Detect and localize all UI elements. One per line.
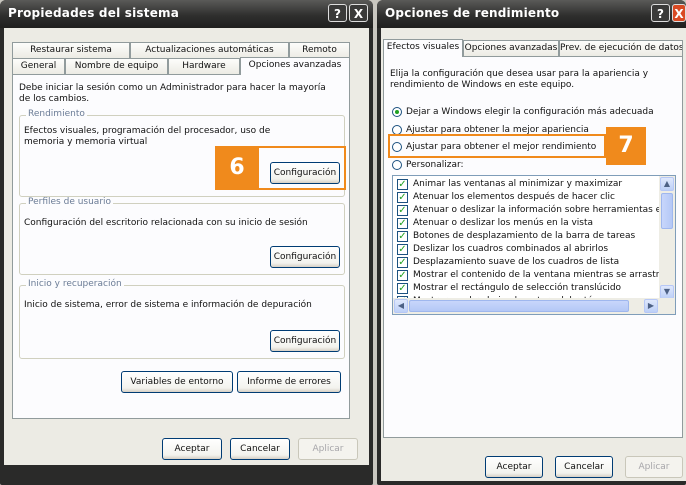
- radio-option-windows[interactable]: Dejar a Windows elegir la configuración …: [392, 106, 672, 119]
- perfiles-description: Configuración del escritorio relacionada…: [24, 218, 308, 228]
- tab-opciones-avanzadas[interactable]: Opciones avanzadas: [240, 57, 350, 75]
- radio-button[interactable]: [392, 107, 402, 117]
- checkbox[interactable]: ✓: [397, 192, 408, 203]
- system-properties-client: Restaurar sistema Actualizaciones automá…: [4, 28, 369, 465]
- left-ok-button[interactable]: Aceptar: [162, 438, 222, 460]
- radio-button[interactable]: [392, 160, 402, 170]
- right-ok-button[interactable]: Aceptar: [485, 456, 543, 478]
- checkbox[interactable]: ✓: [397, 231, 408, 242]
- perfiles-group: Perfiles de usuario Configuración del es…: [19, 197, 345, 275]
- system-properties-window: Propiedades del sistema ? X Restaurar si…: [0, 0, 373, 485]
- scroll-down-icon[interactable]: ▼: [660, 285, 674, 299]
- step7-highlight: [388, 134, 606, 158]
- step7-badge: 7: [606, 127, 646, 165]
- checkbox[interactable]: ✓: [397, 218, 408, 229]
- step6-badge: 6: [215, 146, 259, 190]
- inicio-group: Inicio y recuperación Inicio de sistema,…: [19, 279, 345, 359]
- scroll-right-icon[interactable]: ▶: [644, 299, 658, 313]
- scroll-left-icon[interactable]: ◀: [394, 299, 408, 313]
- performance-options-client: Efectos visuales Opciones avanzadas Prev…: [381, 28, 686, 481]
- informe-errores-button[interactable]: Informe de errores: [237, 371, 341, 393]
- close-button-right[interactable]: X: [672, 4, 686, 22]
- close-button[interactable]: X: [349, 4, 368, 22]
- checkbox[interactable]: ✓: [397, 257, 408, 268]
- tabs-row-2: General Nombre de equipo Hardware Opcion…: [12, 57, 350, 75]
- visual-effects-list[interactable]: ✓ Animar las ventanas al minimizar y maxi…: [392, 175, 676, 315]
- checkbox[interactable]: ✓: [397, 270, 408, 281]
- tab-actualizaciones[interactable]: Actualizaciones automáticas: [130, 42, 289, 58]
- vertical-scrollbar[interactable]: ▲ ▼: [659, 176, 675, 300]
- variables-entorno-button[interactable]: Variables de entorno: [121, 371, 233, 393]
- tab-remoto[interactable]: Remoto: [289, 42, 350, 58]
- tab-general[interactable]: General: [12, 58, 65, 74]
- scroll-thumb[interactable]: [661, 193, 673, 229]
- rendimiento-legend: Rendimiento: [26, 109, 87, 119]
- inicio-configuracion-button[interactable]: Configuración: [270, 330, 340, 352]
- tabs-row-1: Restaurar sistema Actualizaciones automá…: [12, 42, 350, 58]
- right-apply-button[interactable]: Aplicar: [625, 456, 683, 478]
- inicio-description: Inicio de sistema, error de sistema e in…: [24, 300, 312, 310]
- admin-notice: Debe iniciar la sesión como un Administr…: [19, 83, 326, 104]
- system-properties-titlebar[interactable]: Propiedades del sistema ? X: [0, 0, 373, 28]
- tab-panel-efectos-visuales: Elija la configuración que desea usar pa…: [383, 56, 683, 438]
- perf-tabs: Efectos visuales Opciones avanzadas Prev…: [383, 39, 683, 57]
- tab-opciones-avanzadas-perf[interactable]: Opciones avanzadas: [463, 40, 559, 56]
- hscroll-thumb[interactable]: [409, 300, 629, 312]
- radio-option-personalizar[interactable]: Personalizar:: [392, 159, 592, 172]
- left-cancel-button[interactable]: Cancelar: [230, 438, 290, 460]
- tab-nombre-equipo[interactable]: Nombre de equipo: [65, 58, 168, 74]
- tab-prev-ejecucion[interactable]: Prev. de ejecución de datos: [559, 40, 683, 56]
- checkbox[interactable]: ✓: [397, 244, 408, 255]
- help-button[interactable]: ?: [328, 4, 347, 22]
- perfiles-legend: Perfiles de usuario: [26, 197, 114, 207]
- tab-efectos-visuales[interactable]: Efectos visuales: [383, 39, 463, 57]
- window-title: Propiedades del sistema: [8, 6, 180, 20]
- checkbox[interactable]: ✓: [397, 179, 408, 190]
- tab-restaurar-sistema[interactable]: Restaurar sistema: [12, 42, 130, 58]
- help-button-right[interactable]: ?: [651, 4, 670, 22]
- perfiles-configuracion-button[interactable]: Configuración: [270, 246, 340, 268]
- rendimiento-description: Efectos visuales, programación del proce…: [24, 126, 271, 147]
- radio-label: Personalizar:: [406, 160, 464, 170]
- radio-label: Dejar a Windows elegir la configuración …: [406, 107, 654, 117]
- right-cancel-button[interactable]: Cancelar: [555, 456, 613, 478]
- tab-hardware[interactable]: Hardware: [168, 58, 240, 74]
- horizontal-scrollbar[interactable]: ◀ ▶: [393, 298, 675, 314]
- performance-options-titlebar[interactable]: Opciones de rendimiento ? X: [377, 0, 686, 28]
- tab-panel-opciones-avanzadas: Debe iniciar la sesión como un Administr…: [12, 74, 350, 419]
- window-title-right: Opciones de rendimiento: [385, 6, 560, 20]
- perf-intro: Elija la configuración que desea usar pa…: [390, 69, 649, 90]
- inicio-legend: Inicio y recuperación: [26, 279, 124, 289]
- scroll-up-icon[interactable]: ▲: [660, 177, 674, 191]
- performance-options-window: Opciones de rendimiento ? X Efectos visu…: [377, 0, 686, 485]
- checkbox[interactable]: ✓: [397, 205, 408, 216]
- effects-items: ✓ Animar las ventanas al minimizar y maxi…: [393, 176, 675, 307]
- checkbox[interactable]: ✓: [397, 283, 408, 294]
- left-apply-button[interactable]: Aplicar: [298, 438, 358, 460]
